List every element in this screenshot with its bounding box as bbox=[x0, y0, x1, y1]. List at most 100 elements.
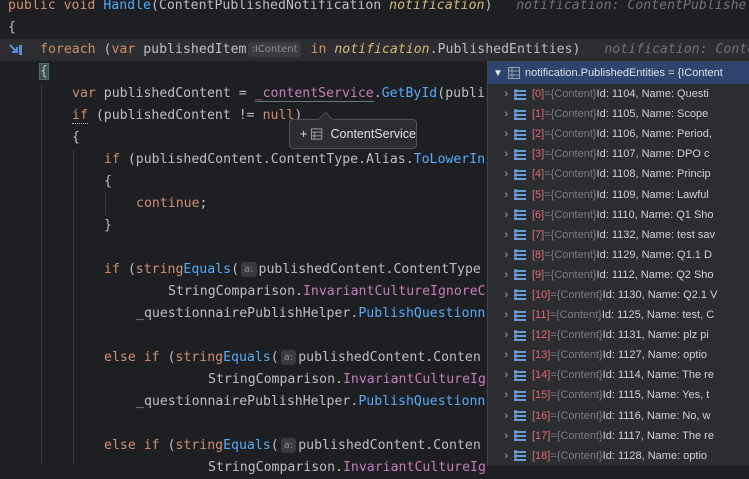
popup-header[interactable]: ▼ notification.PublishedEntities = {ICon… bbox=[488, 62, 749, 84]
item-value: Id: 1104, Name: Questi bbox=[596, 88, 709, 101]
item-type: {Content} bbox=[550, 268, 597, 281]
chevron-right-icon[interactable]: › bbox=[488, 450, 514, 462]
chevron-right-icon[interactable]: › bbox=[488, 289, 514, 301]
item-value: Id: 1129, Name: Q1.1 D bbox=[596, 248, 712, 261]
list-icon bbox=[514, 148, 526, 160]
list-item[interactable]: › [3] = {Content} Id: 1107, Name: DPO c bbox=[488, 144, 749, 164]
list-item[interactable]: › [17] = {Content} Id: 1117, Name: The re bbox=[488, 426, 749, 446]
item-type: {Content} bbox=[556, 429, 603, 442]
item-index: [14] bbox=[532, 369, 551, 382]
item-value: Id: 1114, Name: The re bbox=[602, 369, 714, 382]
list-item[interactable]: › [13] = {Content} Id: 1127, Name: optio bbox=[488, 345, 749, 365]
debug-value-popup[interactable]: ▼ notification.PublishedEntities = {ICon… bbox=[487, 61, 749, 466]
list-item[interactable]: › [12] = {Content} Id: 1131, Name: plz pi bbox=[488, 325, 749, 345]
item-index: [0] bbox=[532, 88, 545, 101]
item-value: Id: 1130, Name: Q2.1 V bbox=[602, 288, 718, 301]
tooltip-label: ContentService bbox=[330, 127, 416, 141]
item-index: [4] bbox=[532, 168, 545, 181]
chevron-right-icon[interactable]: › bbox=[488, 108, 514, 120]
chevron-right-icon[interactable]: › bbox=[488, 249, 514, 261]
class-icon bbox=[311, 128, 323, 140]
list-item[interactable]: › [10] = {Content} Id: 1130, Name: Q2.1 V bbox=[488, 285, 749, 305]
symbol-tooltip[interactable]: + ContentService bbox=[289, 111, 417, 149]
chevron-right-icon[interactable]: › bbox=[488, 148, 514, 160]
item-type: {Content} bbox=[550, 228, 597, 241]
debug-inline-hint: notification: Conten bbox=[604, 42, 749, 57]
list-item[interactable]: › [0] = {Content} Id: 1104, Name: Questi bbox=[488, 84, 749, 104]
item-value: Id: 1106, Name: Period, bbox=[596, 128, 712, 141]
item-value: Id: 1109, Name: Lawful bbox=[596, 188, 709, 201]
chevron-right-icon[interactable]: › bbox=[488, 369, 514, 381]
list-item[interactable]: › [11] = {Content} Id: 1125, Name: test, … bbox=[488, 305, 749, 325]
code-line-10: continue; bbox=[136, 196, 208, 211]
param-inlay-hint: a: bbox=[280, 438, 297, 453]
chevron-right-icon[interactable]: › bbox=[488, 309, 514, 321]
item-index: [12] bbox=[532, 329, 551, 342]
tooltip-arrow bbox=[317, 111, 334, 128]
list-item[interactable]: › [14] = {Content} Id: 1114, Name: The re bbox=[488, 365, 749, 385]
list-item[interactable]: › [5] = {Content} Id: 1109, Name: Lawful bbox=[488, 184, 749, 204]
chevron-right-icon[interactable]: › bbox=[488, 168, 514, 180]
list-item[interactable]: › [18] = {Content} Id: 1128, Name: optio bbox=[488, 446, 749, 466]
item-type: {Content} bbox=[550, 188, 597, 201]
list-item[interactable]: › [16] = {Content} Id: 1116, Name: No, w bbox=[488, 406, 749, 426]
list-icon bbox=[514, 88, 526, 100]
indent-guide bbox=[41, 84, 42, 465]
chevron-right-icon[interactable]: › bbox=[488, 410, 514, 422]
list-icon bbox=[514, 229, 526, 241]
item-index: [3] bbox=[532, 148, 545, 161]
item-value: Id: 1115, Name: Yes, t bbox=[602, 389, 710, 402]
popup-header-label: notification.PublishedEntities = {IConte… bbox=[525, 67, 723, 79]
code-line-5: var publishedContent = _contentService.G… bbox=[72, 86, 485, 102]
list-icon bbox=[514, 389, 526, 401]
item-type: {Content} bbox=[556, 369, 603, 382]
item-value: Id: 1107, Name: DPO c bbox=[596, 148, 710, 161]
item-type: {Content} bbox=[555, 309, 602, 322]
list-item[interactable]: › [7] = {Content} Id: 1132, Name: test sa… bbox=[488, 225, 749, 245]
hovered-symbol[interactable]: _contentService bbox=[254, 86, 374, 102]
chevron-right-icon[interactable]: › bbox=[488, 269, 514, 281]
list-item[interactable]: › [4] = {Content} Id: 1108, Name: Princip bbox=[488, 164, 749, 184]
item-index: [6] bbox=[532, 208, 545, 221]
chevron-right-icon[interactable]: › bbox=[488, 430, 514, 442]
add-watch-icon[interactable]: + bbox=[300, 127, 307, 141]
item-index: [15] bbox=[532, 389, 551, 402]
popup-item-list: › [0] = {Content} Id: 1104, Name: Questi ›… bbox=[488, 84, 749, 466]
list-item[interactable]: › [1] = {Content} Id: 1105, Name: Scope bbox=[488, 104, 749, 124]
list-icon bbox=[514, 369, 526, 381]
list-item[interactable]: › [2] = {Content} Id: 1106, Name: Period, bbox=[488, 124, 749, 144]
item-value: Id: 1117, Name: The re bbox=[602, 429, 714, 442]
item-value: Id: 1112, Name: Q2 Sho bbox=[596, 268, 714, 281]
item-type: {Content} bbox=[556, 449, 603, 462]
chevron-right-icon[interactable]: › bbox=[488, 189, 514, 201]
code-line-11: } bbox=[104, 218, 112, 233]
list-item[interactable]: › [8] = {Content} Id: 1129, Name: Q1.1 D bbox=[488, 245, 749, 265]
item-value: Id: 1128, Name: optio bbox=[602, 449, 708, 462]
chevron-right-icon[interactable]: › bbox=[488, 329, 514, 341]
chevron-right-icon[interactable]: › bbox=[488, 209, 514, 221]
chevron-down-icon[interactable]: ▼ bbox=[488, 68, 508, 79]
code-line-4: { bbox=[39, 61, 49, 83]
matched-brace: { bbox=[39, 63, 49, 80]
chevron-right-icon[interactable]: › bbox=[488, 229, 514, 241]
list-item[interactable]: › [9] = {Content} Id: 1112, Name: Q2 Sho bbox=[488, 265, 749, 285]
chevron-right-icon[interactable]: › bbox=[488, 88, 514, 100]
list-item[interactable]: › [15] = {Content} Id: 1115, Name: Yes, t bbox=[488, 385, 749, 405]
chevron-right-icon[interactable]: › bbox=[488, 128, 514, 140]
code-line-3: foreach (var publishedItem:IContent in n… bbox=[40, 39, 749, 61]
code-line-7: { bbox=[72, 130, 80, 145]
list-icon bbox=[514, 209, 526, 221]
indent-guide bbox=[73, 150, 74, 465]
item-type: {Content} bbox=[556, 349, 603, 362]
list-item[interactable]: › [6] = {Content} Id: 1110, Name: Q1 Sho bbox=[488, 205, 749, 225]
chevron-right-icon[interactable]: › bbox=[488, 349, 514, 361]
item-type: {Content} bbox=[550, 128, 597, 141]
param-inlay-hint: a: bbox=[241, 262, 257, 277]
list-icon bbox=[514, 450, 526, 462]
list-icon bbox=[514, 249, 526, 261]
list-icon bbox=[514, 410, 526, 422]
execution-point-icon[interactable] bbox=[8, 42, 24, 58]
chevron-right-icon[interactable]: › bbox=[488, 389, 514, 401]
code-line-15: else if (stringEquals(a: publishedContent… bbox=[104, 350, 481, 365]
code-line-6: if (publishedContent != null) bbox=[72, 108, 303, 124]
